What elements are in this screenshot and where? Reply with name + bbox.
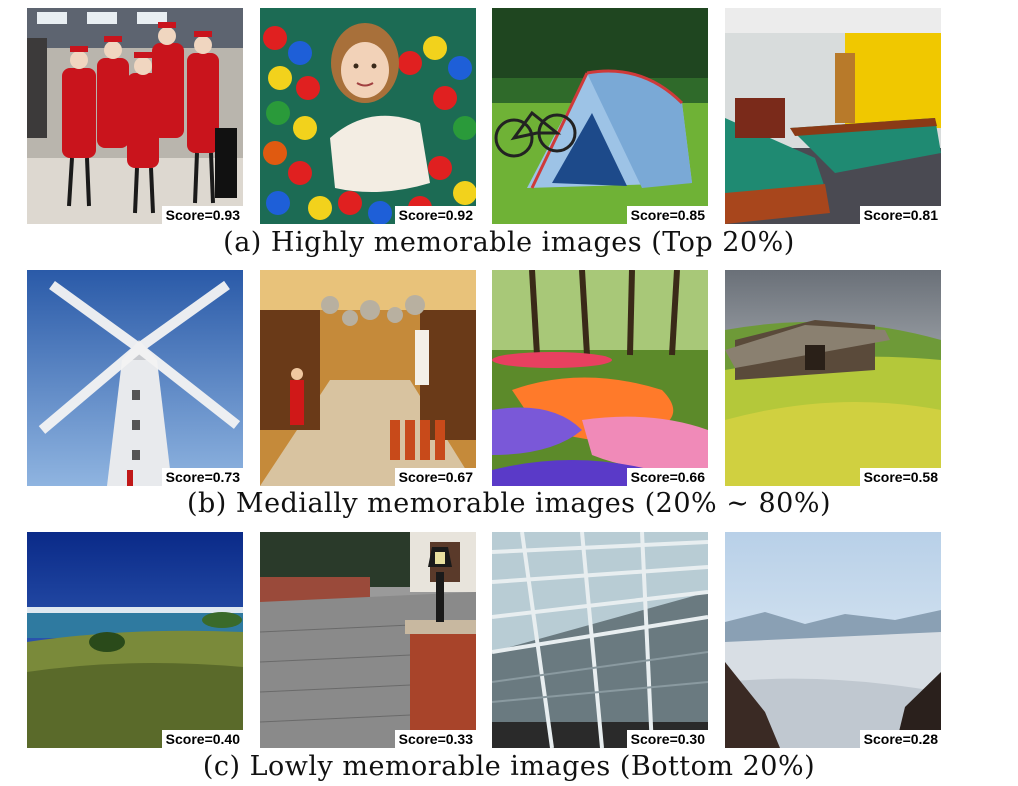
glacier-image bbox=[725, 532, 941, 748]
score-label: Score=0.33 bbox=[394, 730, 476, 748]
ball-pit-image bbox=[260, 8, 476, 224]
photo-grassy-coast: Score=0.40 bbox=[27, 532, 243, 748]
photo-glacier: Score=0.28 bbox=[725, 532, 941, 748]
flight-attendants-image bbox=[27, 8, 243, 224]
score-label: Score=0.92 bbox=[394, 206, 476, 224]
photo-driveway: Score=0.33 bbox=[260, 532, 476, 748]
score-label: Score=0.81 bbox=[859, 206, 941, 224]
photo-ball-pit: Score=0.92 bbox=[260, 8, 476, 224]
score-label: Score=0.40 bbox=[161, 730, 243, 748]
score-label: Score=0.58 bbox=[859, 468, 941, 486]
photo-pool-table: Score=0.81 bbox=[725, 8, 941, 224]
caption-row-c: (c) Lowly memorable images (Bottom 20%) bbox=[202, 751, 816, 782]
glass-roof-image bbox=[492, 532, 708, 748]
barn-image bbox=[725, 270, 941, 486]
score-label: Score=0.30 bbox=[626, 730, 708, 748]
figure: Score=0.93 Score=0.92 Score=0.85 Score=0… bbox=[0, 0, 1018, 786]
caption-row-b: (b) Medially memorable images (20% ∼ 80%… bbox=[186, 488, 832, 519]
photo-tulip-garden: Score=0.66 bbox=[492, 270, 708, 486]
photo-glass-roof: Score=0.30 bbox=[492, 532, 708, 748]
photo-store-interior: Score=0.67 bbox=[260, 270, 476, 486]
tent-image bbox=[492, 8, 708, 224]
row-lowly-memorable: Score=0.40 Score=0.33 Score=0.30 Score=0… bbox=[27, 532, 941, 748]
photo-windmill: Score=0.73 bbox=[27, 270, 243, 486]
grassy-coast-image bbox=[27, 532, 243, 748]
score-label: Score=0.67 bbox=[394, 468, 476, 486]
caption-row-a: (a) Highly memorable images (Top 20%) bbox=[223, 227, 795, 258]
photo-barn: Score=0.58 bbox=[725, 270, 941, 486]
score-label: Score=0.85 bbox=[626, 206, 708, 224]
score-label: Score=0.66 bbox=[626, 468, 708, 486]
photo-tent: Score=0.85 bbox=[492, 8, 708, 224]
score-label: Score=0.73 bbox=[161, 468, 243, 486]
store-interior-image bbox=[260, 270, 476, 486]
row-highly-memorable: Score=0.93 Score=0.92 Score=0.85 Score=0… bbox=[27, 8, 941, 224]
row-medially-memorable: Score=0.73 Score=0.67 Score=0.66 Score=0… bbox=[27, 270, 941, 486]
score-label: Score=0.93 bbox=[161, 206, 243, 224]
pool-table-image bbox=[725, 8, 941, 224]
driveway-image bbox=[260, 532, 476, 748]
tulip-garden-image bbox=[492, 270, 708, 486]
score-label: Score=0.28 bbox=[859, 730, 941, 748]
photo-flight-attendants: Score=0.93 bbox=[27, 8, 243, 224]
windmill-image bbox=[27, 270, 243, 486]
